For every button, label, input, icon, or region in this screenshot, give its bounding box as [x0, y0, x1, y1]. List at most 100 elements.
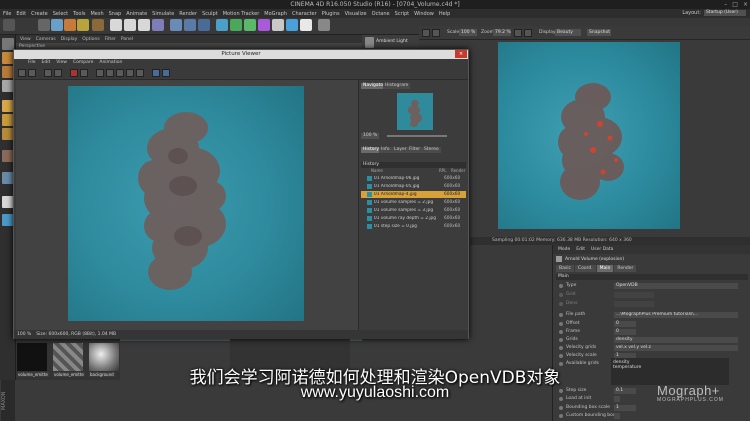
save-icon[interactable] — [28, 69, 36, 77]
z-axis-icon[interactable] — [138, 19, 150, 31]
menu-visualize[interactable]: Visualize — [345, 11, 367, 17]
history-row[interactable]: 01 volume ray depth = 2.jpg 600x60 — [361, 215, 466, 222]
pv-menu-animation[interactable]: Animation — [99, 60, 122, 65]
tab-history[interactable]: History — [361, 147, 382, 153]
attr-menu-edit[interactable]: Edit — [576, 247, 585, 252]
grids-field[interactable]: density — [614, 336, 738, 343]
history-row[interactable]: 01 Arnoldmap-06.jpg 600x60 — [361, 175, 466, 182]
menu-snap[interactable]: Snap — [109, 11, 122, 17]
keyframe-dot-icon[interactable] — [559, 301, 563, 306]
keyframe-dot-icon[interactable] — [559, 345, 563, 350]
menu-simulate[interactable]: Simulate — [152, 11, 174, 17]
scale-icon[interactable] — [64, 19, 76, 31]
menu-mesh[interactable]: Mesh — [90, 11, 103, 17]
maximize-button[interactable]: □ — [732, 1, 738, 8]
picture-viewer-canvas[interactable] — [16, 80, 358, 330]
tab-stereo[interactable]: Stereo — [422, 147, 441, 153]
subdivision-icon[interactable] — [244, 19, 256, 31]
undo-icon[interactable] — [3, 19, 15, 31]
keyframe-dot-icon[interactable] — [559, 283, 563, 288]
x-axis-icon[interactable] — [110, 19, 122, 31]
file-path-field[interactable]: ...\MographPlus Premium tutorials\... — [614, 311, 738, 318]
keyframe-dot-icon[interactable] — [559, 337, 563, 342]
cube-icon[interactable] — [216, 19, 228, 31]
keyframe-dot-icon[interactable] — [559, 405, 563, 410]
menu-select[interactable]: Select — [53, 11, 68, 17]
stop-icon[interactable] — [54, 69, 62, 77]
history-row-selected[interactable]: 01 Arnoldmap-4.jpg 600x60 — [361, 191, 466, 198]
navigator-thumbnail[interactable] — [397, 93, 433, 130]
layout-select[interactable]: Startup (User) — [704, 10, 746, 16]
history-row[interactable]: 01 Arnoldmap-05.jpg 600x60 — [361, 183, 466, 190]
tab-info[interactable]: Info — [379, 147, 392, 153]
green-channel-icon[interactable] — [116, 69, 124, 77]
arnold-icon[interactable] — [318, 19, 330, 31]
scene-icon[interactable] — [272, 19, 284, 31]
zoom-field[interactable]: 79.2 % — [493, 29, 511, 36]
live-select-icon[interactable] — [38, 19, 50, 31]
snapshot-button[interactable]: Snapshot — [587, 29, 611, 36]
attr-menu-user-data[interactable]: User Data — [591, 247, 613, 252]
viewport-menu-filter[interactable]: Filter — [105, 37, 116, 42]
pv-menu-edit[interactable]: Edit — [42, 60, 51, 65]
render-to-picture-viewer-icon[interactable] — [184, 19, 196, 31]
rotate-icon[interactable] — [77, 19, 89, 31]
menu-edit[interactable]: Edit — [16, 11, 26, 17]
close-button[interactable]: × — [743, 1, 748, 8]
menu-octane[interactable]: Octane — [372, 11, 390, 17]
pv-menu-compare[interactable]: Compare — [73, 60, 93, 65]
menu-motion-tracker[interactable]: Motion Tracker — [223, 11, 260, 17]
menu-render[interactable]: Render — [179, 11, 197, 17]
render-icon[interactable] — [44, 69, 52, 77]
grid-field[interactable] — [614, 291, 654, 298]
camera-icon[interactable] — [286, 19, 298, 31]
viewport-menu-view[interactable]: View — [20, 37, 31, 42]
tab-filter[interactable]: Filter — [407, 147, 423, 153]
scale-field[interactable]: 100 % — [459, 29, 477, 36]
render-settings-icon[interactable] — [198, 19, 210, 31]
menu-create[interactable]: Create — [31, 11, 48, 17]
menu-character[interactable]: Character — [292, 11, 317, 17]
keyframe-dot-icon[interactable] — [559, 321, 563, 326]
menu-plugins[interactable]: Plugins — [322, 11, 340, 17]
move-icon[interactable] — [51, 19, 63, 31]
rendered-image[interactable] — [68, 86, 304, 321]
keyframe-dot-icon[interactable] — [559, 312, 563, 317]
viewport-menu-cameras[interactable]: Cameras — [36, 37, 56, 42]
y-axis-icon[interactable] — [124, 19, 136, 31]
viewport-menu-panel[interactable]: Panel — [121, 37, 133, 42]
ambient-light-icon[interactable] — [365, 37, 374, 48]
recent-tools-icon[interactable] — [92, 19, 104, 31]
menu-animate[interactable]: Animate — [126, 11, 147, 17]
navigator-zoom-slider[interactable] — [387, 135, 447, 137]
tab-histogram[interactable]: Histogram — [383, 83, 411, 89]
region-icon[interactable] — [524, 29, 532, 37]
menu-file[interactable]: File — [3, 11, 11, 17]
fullscreen-icon[interactable] — [162, 69, 170, 77]
blue-channel-icon[interactable] — [126, 69, 134, 77]
keyframe-dot-icon[interactable] — [559, 353, 563, 358]
ab-compare-icon[interactable] — [80, 69, 88, 77]
display-select[interactable]: Beauty — [555, 29, 581, 36]
tab-basic[interactable]: Basic — [556, 265, 574, 272]
frame-field[interactable]: 0 — [614, 328, 636, 335]
keyframe-dot-icon[interactable] — [559, 292, 563, 297]
stop-icon[interactable] — [432, 29, 440, 37]
spline-icon[interactable] — [230, 19, 242, 31]
menu-mograph[interactable]: MoGraph — [264, 11, 287, 17]
minimize-button[interactable]: – — [724, 1, 727, 8]
menu-sculpt[interactable]: Sculpt — [202, 11, 218, 17]
picture-viewer-close-button[interactable]: × — [455, 50, 467, 58]
render-view-image[interactable] — [498, 42, 680, 229]
density-field[interactable] — [614, 300, 654, 307]
keyframe-dot-icon[interactable] — [559, 329, 563, 334]
open-icon[interactable] — [18, 69, 26, 77]
deformer-icon[interactable] — [258, 19, 270, 31]
light-icon[interactable] — [300, 19, 312, 31]
menu-window[interactable]: Window — [414, 11, 434, 17]
menu-script[interactable]: Script — [395, 11, 410, 17]
bbox-scale-field[interactable]: 1 — [614, 404, 636, 411]
pv-zoom-value[interactable]: 100 % — [17, 332, 31, 337]
fit-icon[interactable] — [152, 69, 160, 77]
viewport-menu-display[interactable]: Display — [61, 37, 78, 42]
